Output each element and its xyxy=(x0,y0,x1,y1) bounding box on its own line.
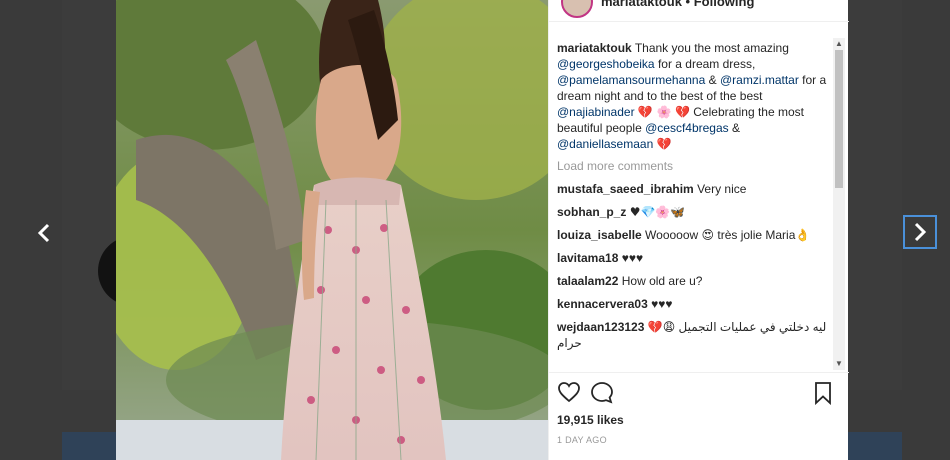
comment-text: Wooooow 😍 très jolie Maria👌 xyxy=(645,228,811,242)
post-header: mariataktouk • Following xyxy=(549,0,849,22)
following-button[interactable]: Following xyxy=(694,0,755,9)
post-timestamp: 1 DAY AGO xyxy=(557,435,607,445)
previous-post-button[interactable] xyxy=(27,216,61,250)
mention-link[interactable]: @ramzi.mattar xyxy=(720,73,799,87)
comment-username-link[interactable]: wejdaan123123 xyxy=(557,320,644,334)
comment-button[interactable] xyxy=(590,381,614,410)
likes-count[interactable]: 19,915 likes xyxy=(557,413,624,427)
caption-emoji: 💔 🌸 xyxy=(637,105,672,119)
comment-text: ♥♥♥ xyxy=(651,297,673,311)
like-button[interactable] xyxy=(557,381,581,408)
caption-text: for a dream dress, xyxy=(657,57,756,71)
comment-username-link[interactable]: mustafa_saeed_ibrahim xyxy=(557,182,694,196)
comment-username-link[interactable]: lavitama18 xyxy=(557,251,618,265)
speech-bubble-icon xyxy=(591,382,613,404)
header-separator: • xyxy=(685,0,691,9)
comment-text: ♥💎🌸🦋 xyxy=(629,205,686,219)
caption-emoji: 💔 xyxy=(656,137,672,151)
photo-illustration xyxy=(116,0,548,460)
comment-username-link[interactable]: sobhan_p_z xyxy=(557,205,626,219)
header-username-link[interactable]: mariataktouk xyxy=(601,0,682,9)
caption-text: & xyxy=(708,73,717,87)
comment-username-link[interactable]: louiza_isabelle xyxy=(557,228,642,242)
caption-emoji: 💔 xyxy=(674,105,690,119)
chevron-left-icon xyxy=(37,223,50,243)
post-actions: 19,915 likes 1 DAY AGO xyxy=(549,372,849,460)
list-item: kennacervera03 ♥♥♥ xyxy=(557,296,831,312)
comment-username-link[interactable]: kennacervera03 xyxy=(557,297,648,311)
scroll-up-arrow-icon[interactable]: ▲ xyxy=(833,38,845,50)
caption-text: & xyxy=(732,121,741,135)
scroll-down-arrow-icon[interactable]: ▼ xyxy=(833,358,845,370)
load-more-comments-button[interactable]: Load more comments xyxy=(557,158,831,174)
list-item: sobhan_p_z ♥💎🌸🦋 xyxy=(557,204,831,220)
mention-link[interactable]: @daniellasemaan xyxy=(557,137,653,151)
post-sidebar: mariataktouk • Following mariataktouk Th… xyxy=(548,0,849,460)
bookmark-icon xyxy=(815,382,831,406)
mention-link[interactable]: @cescf4bregas xyxy=(645,121,729,135)
scrollbar-thumb[interactable] xyxy=(835,50,843,188)
list-item: mustafa_saeed_ibrahim Very nice xyxy=(557,181,831,197)
heart-icon xyxy=(558,382,580,403)
next-post-button[interactable] xyxy=(903,215,937,249)
chevron-right-icon xyxy=(914,222,927,242)
mention-link[interactable]: @pamelamansourmehanna xyxy=(557,73,705,87)
mention-link[interactable]: @najiabinader xyxy=(557,105,635,119)
comment-username-link[interactable]: talaalam22 xyxy=(557,274,618,288)
list-item: talaalam22 How old are u? xyxy=(557,273,831,289)
caption-text: Thank you the most amazing xyxy=(634,41,789,55)
avatar[interactable] xyxy=(561,0,593,18)
comments-list: mariataktouk Thank you the most amazing … xyxy=(549,40,839,370)
post-caption: mariataktouk Thank you the most amazing … xyxy=(557,40,831,152)
post-modal: mariataktouk • Following mariataktouk Th… xyxy=(116,0,849,460)
comments-scrollbar[interactable]: ▲ ▼ xyxy=(833,38,845,370)
comment-text: Very nice xyxy=(697,182,747,196)
comment-text: How old are u? xyxy=(621,274,703,288)
post-photo xyxy=(116,0,548,460)
save-button[interactable] xyxy=(813,381,833,410)
caption-username-link[interactable]: mariataktouk xyxy=(557,41,632,55)
list-item: louiza_isabelle Wooooow 😍 très jolie Mar… xyxy=(557,227,831,243)
mention-link[interactable]: @georgeshobeika xyxy=(557,57,655,71)
list-item: lavitama18 ♥♥♥ xyxy=(557,250,831,266)
comment-text: ♥♥♥ xyxy=(621,251,644,265)
list-item: wejdaan123123 ليه دخلتي في عمليات التجمي… xyxy=(557,319,831,351)
